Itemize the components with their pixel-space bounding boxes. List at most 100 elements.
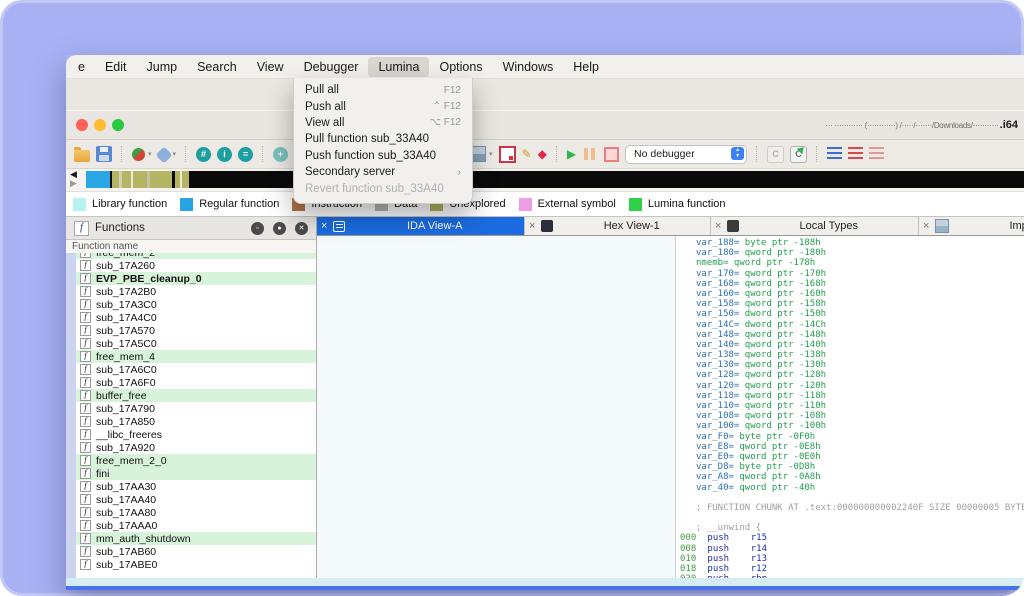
- function-row[interactable]: f free_mem_2_0: [76, 454, 316, 467]
- save-icon[interactable]: [96, 146, 112, 162]
- stack-var-name: var_130=: [696, 360, 740, 371]
- function-icon: f: [80, 351, 91, 362]
- disassembly-pane[interactable]: var_188= byte ptr -188h var_180= qword pt…: [676, 236, 1024, 578]
- close-window-button[interactable]: [76, 119, 88, 131]
- menubar-item-e[interactable]: e: [68, 57, 95, 77]
- tab-close-icon[interactable]: ×: [525, 220, 539, 232]
- stack-var-type: qword ptr -110h: [739, 401, 827, 411]
- navigation-band[interactable]: [86, 171, 1024, 188]
- problem-list-icon[interactable]: [848, 147, 864, 161]
- dropdown-caret-icon[interactable]: ▾: [489, 150, 493, 158]
- menubar-item-lumina[interactable]: Lumina: [368, 56, 430, 77]
- imports-icon: [935, 219, 950, 233]
- function-name-column-header[interactable]: Function name: [66, 240, 316, 254]
- menu-item[interactable]: Push function sub_33A40: [294, 148, 472, 164]
- function-row[interactable]: f sub_17A2B0: [76, 285, 316, 298]
- function-row[interactable]: f sub_17ABE0: [76, 558, 316, 570]
- function-row[interactable]: f sub_17A920: [76, 441, 316, 454]
- menu-item[interactable]: Revert function sub_33A40: [294, 180, 472, 196]
- menu-item[interactable]: Pull function sub_33A40: [294, 131, 472, 147]
- function-row[interactable]: f sub_17A260: [76, 259, 316, 272]
- tab-ida-view-a[interactable]: × IDA View-A: [317, 217, 525, 235]
- menubar-item-edit[interactable]: Edit: [95, 57, 137, 77]
- tab-local-types[interactable]: × Local Types: [711, 217, 919, 235]
- compiler-icon[interactable]: C: [767, 145, 785, 163]
- open-info-subview-icon[interactable]: i: [217, 146, 233, 162]
- function-row[interactable]: f mm_auth_shutdown: [76, 532, 316, 545]
- menu-item-label: Push all: [305, 100, 346, 113]
- function-row[interactable]: f sub_17A570: [76, 324, 316, 337]
- horizontal-scrollbar[interactable]: [66, 578, 1024, 586]
- menubar-item-windows[interactable]: Windows: [493, 57, 564, 77]
- quick-compile-icon[interactable]: C: [790, 145, 808, 163]
- menubar-item-help[interactable]: Help: [563, 57, 609, 77]
- menubar-item-options[interactable]: Options: [429, 57, 492, 77]
- title-bar[interactable]: ··· ············ (············) /·····/·…: [66, 110, 1024, 140]
- start-debugger-icon[interactable]: ▶: [567, 146, 576, 162]
- stack-var-name: var_188=: [696, 238, 740, 248]
- function-row[interactable]: f sub_17AA80: [76, 506, 316, 519]
- function-row[interactable]: f sub_17A790: [76, 402, 316, 415]
- zoom-window-button[interactable]: [112, 119, 124, 131]
- panel-close-icon[interactable]: ✕: [295, 221, 308, 235]
- edit-pencil-icon[interactable]: ✎: [522, 146, 532, 162]
- list-view-icon[interactable]: [827, 147, 843, 161]
- legend-item: Library function: [73, 197, 167, 211]
- menubar-item-search[interactable]: Search: [187, 57, 247, 77]
- menu-item[interactable]: Secondary server ›: [294, 164, 472, 180]
- pause-debugger-icon[interactable]: [582, 146, 598, 162]
- function-row[interactable]: f free_mem_4: [76, 350, 316, 363]
- open-hex-subview-icon[interactable]: #: [196, 146, 212, 162]
- function-row[interactable]: f EVP_PBE_cleanup_0: [76, 272, 316, 285]
- open-subview-icon[interactable]: +: [273, 146, 289, 162]
- ida-view-empty-pane[interactable]: [317, 236, 676, 578]
- menu-item[interactable]: Push all ⌃ F12: [294, 98, 472, 114]
- menubar-item-debugger[interactable]: Debugger: [294, 57, 369, 77]
- panel-dock-icon[interactable]: ▫: [251, 221, 264, 235]
- breakpoint-list-icon[interactable]: [498, 145, 516, 163]
- stack-var-type: dword ptr -150h: [739, 309, 827, 320]
- menubar-item-view[interactable]: View: [247, 57, 294, 77]
- function-row[interactable]: f sub_17AA40: [76, 493, 316, 506]
- jump-marker-icon[interactable]: [132, 148, 145, 161]
- menu-item[interactable]: Pull all F12: [294, 82, 472, 98]
- tab-close-icon[interactable]: ×: [711, 220, 725, 232]
- menu-item[interactable]: View all ⌥ F12: [294, 115, 472, 131]
- disassembly-line: var_A8= qword ptr -0A8h: [676, 472, 1024, 482]
- function-row[interactable]: f sub_17A850: [76, 415, 316, 428]
- function-row[interactable]: f sub_17A6C0: [76, 363, 316, 376]
- function-row[interactable]: f sub_17A4C0: [76, 311, 316, 324]
- function-icon: f: [80, 253, 91, 258]
- stop-debugger-icon[interactable]: [604, 147, 620, 162]
- function-row[interactable]: f __libc_freeres: [76, 428, 316, 441]
- function-row[interactable]: f sub_17A3C0: [76, 298, 316, 311]
- function-row[interactable]: f sub_17A6F0: [76, 376, 316, 389]
- function-row[interactable]: f sub_17AAA0: [76, 519, 316, 532]
- breakpoint-icon[interactable]: ◆: [538, 146, 547, 162]
- dropdown-caret-icon[interactable]: ▾: [173, 150, 177, 158]
- functions-vertical-scrollbar[interactable]: [66, 253, 76, 578]
- open-structs-subview-icon[interactable]: =: [238, 146, 254, 162]
- function-row[interactable]: f fini: [76, 467, 316, 480]
- debugger-select[interactable]: No debugger ▲ ▼: [625, 144, 748, 164]
- select-stepper-icon[interactable]: ▲ ▼: [731, 147, 745, 160]
- menubar-item-jump[interactable]: Jump: [137, 57, 188, 77]
- minimize-window-button[interactable]: [94, 119, 106, 131]
- stack-var-type: qword ptr -158h: [739, 299, 827, 310]
- function-row[interactable]: f buffer_free: [76, 389, 316, 402]
- function-row[interactable]: f sub_17AA30: [76, 480, 316, 493]
- panel-float-icon[interactable]: ●: [273, 221, 286, 235]
- open-file-icon[interactable]: [74, 146, 90, 162]
- color-brush-icon[interactable]: [155, 146, 173, 164]
- problem-list-alt-icon[interactable]: [869, 147, 885, 161]
- dropdown-caret-icon[interactable]: ▾: [148, 150, 152, 158]
- tab-hex-view-1[interactable]: × Hex View-1: [525, 217, 711, 235]
- function-row[interactable]: f sub_17AB60: [76, 545, 316, 558]
- tab-close-icon[interactable]: ×: [317, 220, 331, 232]
- function-row[interactable]: f sub_17A5C0: [76, 337, 316, 350]
- function-name: sub_17A5C0: [96, 337, 157, 350]
- nav-forward-icon[interactable]: ▶: [70, 179, 82, 188]
- tab-imp[interactable]: × Imp: [919, 217, 1024, 235]
- tab-close-icon[interactable]: ×: [919, 220, 933, 232]
- functions-list[interactable]: ffree_mem_2fsub_17A260fEVP_PBE_cleanup_0…: [76, 253, 316, 570]
